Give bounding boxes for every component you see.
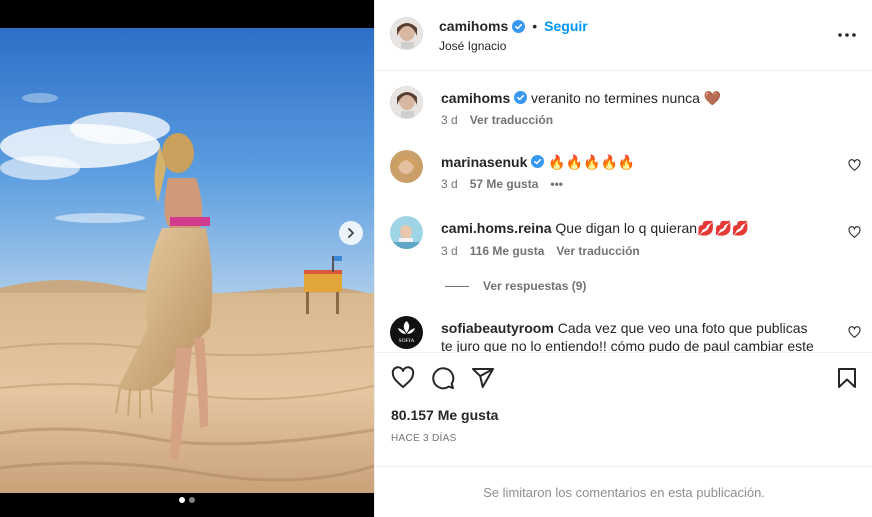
commenter-avatar[interactable]: SOFIA [390, 316, 423, 349]
comment-likes[interactable]: 116 Me gusta [470, 244, 545, 258]
comment-time[interactable]: 3 d [441, 244, 458, 258]
verified-badge-icon [531, 155, 545, 168]
caption-username[interactable]: camihoms [441, 90, 510, 106]
translate-link[interactable]: Ver traducción [470, 113, 553, 127]
post-timestamp[interactable]: HACE 3 DÍAS [391, 433, 457, 444]
avatar-image [390, 150, 423, 183]
verified-badge-icon [512, 19, 526, 33]
follow-button[interactable]: Seguir [544, 18, 588, 34]
avatar-image [391, 87, 422, 118]
comments-list: camihoms veranito no termines nunca 🤎 3 … [375, 71, 872, 352]
view-replies-label: Ver respuestas (9) [483, 279, 587, 293]
commenter-avatar[interactable] [390, 150, 423, 183]
replies-divider [445, 285, 469, 287]
carousel-dot-active [179, 497, 185, 503]
caption-avatar[interactable] [390, 86, 423, 119]
comment-text: sofiabeautyroom Cada vez que veo una fot… [441, 319, 821, 352]
more-options-button[interactable] [837, 26, 857, 44]
comment-likes[interactable]: 57 Me gusta [470, 177, 539, 191]
comment-username[interactable]: cami.homs.reina [441, 220, 552, 236]
carousel-indicator [179, 497, 195, 503]
caption-text: camihoms veranito no termines nunca 🤎 [441, 89, 853, 107]
comments-limited-notice: Se limitaron los comentarios en esta pub… [375, 466, 872, 517]
comment-body: 🔥🔥🔥🔥🔥 [548, 154, 636, 170]
caption-time[interactable]: 3 d [441, 113, 458, 127]
comment: marinasenuk 🔥🔥🔥🔥🔥 3 d 57 Me gusta ••• [375, 135, 872, 199]
comment-time[interactable]: 3 d [441, 177, 458, 191]
separator-bullet: • [532, 18, 538, 34]
verified-badge-icon [514, 91, 528, 104]
avatar-image [391, 18, 422, 49]
avatar-logo-text: SOFIA [399, 338, 415, 344]
view-replies-button[interactable]: Ver respuestas (9) [445, 279, 586, 293]
avatar-image: SOFIA [390, 316, 423, 349]
carousel-dot [189, 497, 195, 503]
like-comment-heart-icon[interactable] [848, 159, 861, 172]
share-paper-plane-icon[interactable] [471, 366, 495, 390]
comment-more-button[interactable]: ••• [550, 177, 563, 191]
post-details-panel: camihoms • Seguir José Ignacio camihoms … [374, 0, 872, 517]
comment-meta: 3 d 116 Me gusta Ver traducción [441, 244, 640, 258]
chevron-right-icon [348, 228, 354, 238]
post-media [0, 0, 374, 517]
comment: SOFIA sofiabeautyroom Cada vez que veo u… [375, 299, 872, 352]
beach-photo [0, 28, 374, 493]
author-avatar[interactable] [390, 17, 423, 50]
comment-bubble-icon[interactable] [431, 366, 455, 390]
like-heart-icon[interactable] [391, 366, 415, 390]
author-username[interactable]: camihoms [439, 18, 508, 34]
comment-body: Que digan lo q quieran💋💋💋 [555, 220, 750, 236]
location-link[interactable]: José Ignacio [439, 39, 506, 53]
comment-meta: 3 d 57 Me gusta ••• [441, 177, 563, 191]
author-line: camihoms • Seguir [439, 18, 588, 34]
likes-count[interactable]: 80.157 Me gusta [391, 407, 498, 423]
post-photo[interactable] [0, 28, 374, 493]
comment-text: cami.homs.reina Que digan lo q quieran💋💋… [441, 219, 853, 237]
comment-text: marinasenuk 🔥🔥🔥🔥🔥 [441, 153, 853, 171]
save-bookmark-icon[interactable] [835, 366, 859, 390]
commenter-avatar[interactable] [390, 216, 423, 249]
like-comment-heart-icon[interactable] [848, 326, 861, 339]
carousel-next-button[interactable] [339, 221, 363, 245]
post-header: camihoms • Seguir José Ignacio [375, 0, 872, 71]
caption-meta: 3 d Ver traducción [441, 113, 553, 127]
instagram-post: camihoms • Seguir José Ignacio camihoms … [0, 0, 872, 517]
caption: camihoms veranito no termines nunca 🤎 3 … [375, 71, 872, 135]
comment-username[interactable]: sofiabeautyroom [441, 320, 554, 336]
post-actions: 80.157 Me gusta HACE 3 DÍAS [375, 352, 872, 466]
caption-body: veranito no termines nunca 🤎 [531, 90, 722, 106]
avatar-image [390, 216, 423, 249]
translate-link[interactable]: Ver traducción [556, 244, 639, 258]
like-comment-heart-icon[interactable] [848, 226, 861, 239]
comment-username[interactable]: marinasenuk [441, 154, 527, 170]
more-options-icon [838, 33, 856, 37]
